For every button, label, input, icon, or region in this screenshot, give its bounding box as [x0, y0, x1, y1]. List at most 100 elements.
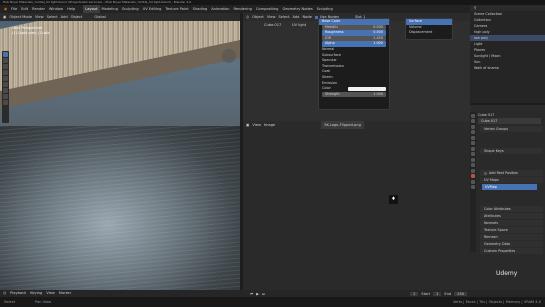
image-editor-header: ▣ View Image 5K-Logo-Flipped.png — [243, 121, 470, 129]
panel-geometry-data[interactable]: Geometry Data — [480, 241, 543, 247]
timeline-editor-icon[interactable]: ◷ — [3, 290, 6, 297]
node-editor-type-icon[interactable]: ◎ — [246, 13, 249, 21]
image-editor-type-icon[interactable]: ▣ — [246, 121, 249, 129]
node-menu-object[interactable]: Object — [252, 13, 264, 21]
tab-scripting[interactable]: Scripting — [315, 5, 335, 13]
select-tool-icon[interactable] — [3, 52, 8, 57]
shader-socket-dropdown: Base Color Metallic 0.000 Roughness 0.500 … — [318, 18, 390, 110]
menu-bar: ◉ File Edit Render Window Help Layout Mo… — [0, 5, 545, 13]
play-icon[interactable]: ▶ — [256, 292, 259, 296]
scene-tab-icon[interactable] — [471, 135, 475, 140]
menu-select[interactable]: Select — [47, 13, 58, 21]
node-menu-node[interactable]: Node — [302, 13, 311, 21]
rotate-tool-icon[interactable] — [3, 70, 8, 75]
viewport-perspective-label: User Perspective — [12, 26, 43, 30]
uv-light-label: UV light — [292, 23, 307, 27]
timeline-keying[interactable]: Keying — [30, 290, 42, 297]
menu-add[interactable]: Add — [61, 13, 68, 21]
transform-orientation[interactable]: Global — [94, 13, 105, 21]
timeline-view[interactable]: View — [46, 290, 55, 297]
jump-end-icon[interactable]: ⏭ — [262, 292, 265, 296]
object-tab-icon[interactable] — [471, 146, 475, 151]
panel-attributes[interactable]: Attributes — [480, 213, 543, 219]
tab-modeling[interactable]: Modeling — [100, 5, 120, 13]
timeline-marker[interactable]: Marker — [59, 290, 71, 297]
world-tab-icon[interactable] — [471, 141, 475, 145]
node-menu-select[interactable]: Select — [278, 13, 289, 21]
tool-tab-icon[interactable] — [471, 113, 475, 118]
editor-type-icon[interactable]: ▣ — [3, 13, 6, 21]
navigation-gizmo[interactable] — [222, 49, 236, 63]
panel-texture-space[interactable]: Texture Space — [480, 227, 543, 233]
transform-tool-icon[interactable] — [3, 82, 8, 87]
menu-file[interactable]: File — [9, 5, 19, 13]
outliner-row-label: Sun — [474, 60, 481, 64]
tab-shading[interactable]: Shading — [191, 5, 210, 13]
panel-remesh[interactable]: Remesh — [480, 234, 543, 240]
add-rest-position-checkbox[interactable]: Add Rest Position — [480, 170, 543, 176]
jump-start-icon[interactable]: ⏮ — [250, 292, 253, 296]
outliner-search-icon[interactable]: ⚲ — [474, 6, 476, 10]
menu-render[interactable]: Render — [30, 5, 47, 13]
data-tab-icon[interactable] — [471, 174, 475, 178]
cursor-tool-icon[interactable] — [3, 58, 8, 63]
tab-texture-paint[interactable]: Texture Paint — [163, 5, 190, 13]
mode-selector[interactable]: Object Mode — [9, 13, 32, 21]
uvmap-item[interactable]: UVMap — [482, 184, 537, 190]
particles-tab-icon[interactable] — [471, 157, 475, 162]
image-menu-image[interactable]: Image — [264, 121, 275, 129]
panel-vertex-groups[interactable]: Vertex Groups — [480, 126, 543, 132]
scale-tool-icon[interactable] — [3, 76, 8, 81]
menu-view[interactable]: View — [35, 13, 44, 21]
start-frame-field[interactable]: 1 — [433, 291, 442, 296]
measure-tool-icon[interactable] — [3, 94, 8, 99]
outliner-row[interactable]: Walk of shame — [470, 65, 545, 71]
image-selector[interactable]: 5K-Logo-Flipped.png — [321, 121, 364, 129]
view-layer-tab-icon[interactable] — [471, 130, 475, 134]
image-cursor-icon[interactable]: ♦ — [389, 195, 398, 204]
tab-animation[interactable]: Animation — [209, 5, 231, 13]
menu-object[interactable]: Object — [71, 13, 83, 21]
tab-layout[interactable]: Layout — [83, 5, 100, 13]
panel-normals[interactable]: Normals — [480, 220, 543, 226]
3d-viewport[interactable]: User Perspective (1) Light prey | Cubic — [0, 21, 240, 290]
menu-help[interactable]: Help — [65, 5, 77, 13]
move-tool-icon[interactable] — [3, 64, 8, 69]
properties-object-field[interactable]: Cube.017 — [478, 118, 541, 124]
output-tab-icon[interactable] — [471, 124, 475, 129]
material-selector[interactable]: Cube.017 — [264, 23, 281, 27]
material-tab-icon[interactable] — [471, 179, 475, 184]
submenu-displacement[interactable]: Displacement — [406, 30, 452, 36]
add-cube-tool-icon[interactable] — [3, 100, 8, 105]
tab-compositing[interactable]: Compositing — [254, 5, 281, 13]
panel-color-attributes[interactable]: Color Attributes — [480, 206, 543, 212]
tab-uv-editing[interactable]: UV Editing — [141, 5, 164, 13]
menu-edit[interactable]: Edit — [19, 5, 30, 13]
timeline-playback[interactable]: Playback — [10, 290, 26, 297]
panel-uv-maps[interactable]: UV Maps — [480, 177, 543, 183]
blender-logo-icon[interactable]: ◉ — [2, 5, 9, 13]
end-label: End — [444, 291, 452, 296]
panel-shape-keys[interactable]: Shape Keys — [480, 148, 543, 154]
node-menu-view[interactable]: View — [267, 13, 276, 21]
panel-custom-properties[interactable]: Custom Properties — [480, 248, 543, 254]
current-frame-field[interactable]: 1 — [410, 291, 419, 296]
color-swatch[interactable] — [348, 86, 386, 91]
annotate-tool-icon[interactable] — [3, 88, 8, 93]
render-tab-icon[interactable] — [471, 119, 475, 123]
outliner-row-label: Collection — [474, 18, 491, 22]
physics-tab-icon[interactable] — [471, 163, 475, 167]
tab-sculpting[interactable]: Sculpting — [120, 5, 141, 13]
image-menu-view[interactable]: View — [252, 121, 261, 129]
constraints-tab-icon[interactable] — [471, 168, 475, 173]
strength-field[interactable]: Strength 1.000 — [322, 91, 386, 98]
node-menu-add[interactable]: Add — [292, 13, 299, 21]
end-frame-field[interactable]: 250 — [454, 291, 468, 296]
menu-window[interactable]: Window — [47, 5, 65, 13]
image-editor[interactable]: ♦ — [243, 121, 470, 290]
outliner-row-label: high poly — [474, 30, 490, 34]
tab-geometry-nodes[interactable]: Geometry Nodes — [280, 5, 314, 13]
modifier-tab-icon[interactable] — [471, 152, 475, 156]
texture-tab-icon[interactable] — [471, 185, 475, 189]
tab-rendering[interactable]: Rendering — [232, 5, 254, 13]
